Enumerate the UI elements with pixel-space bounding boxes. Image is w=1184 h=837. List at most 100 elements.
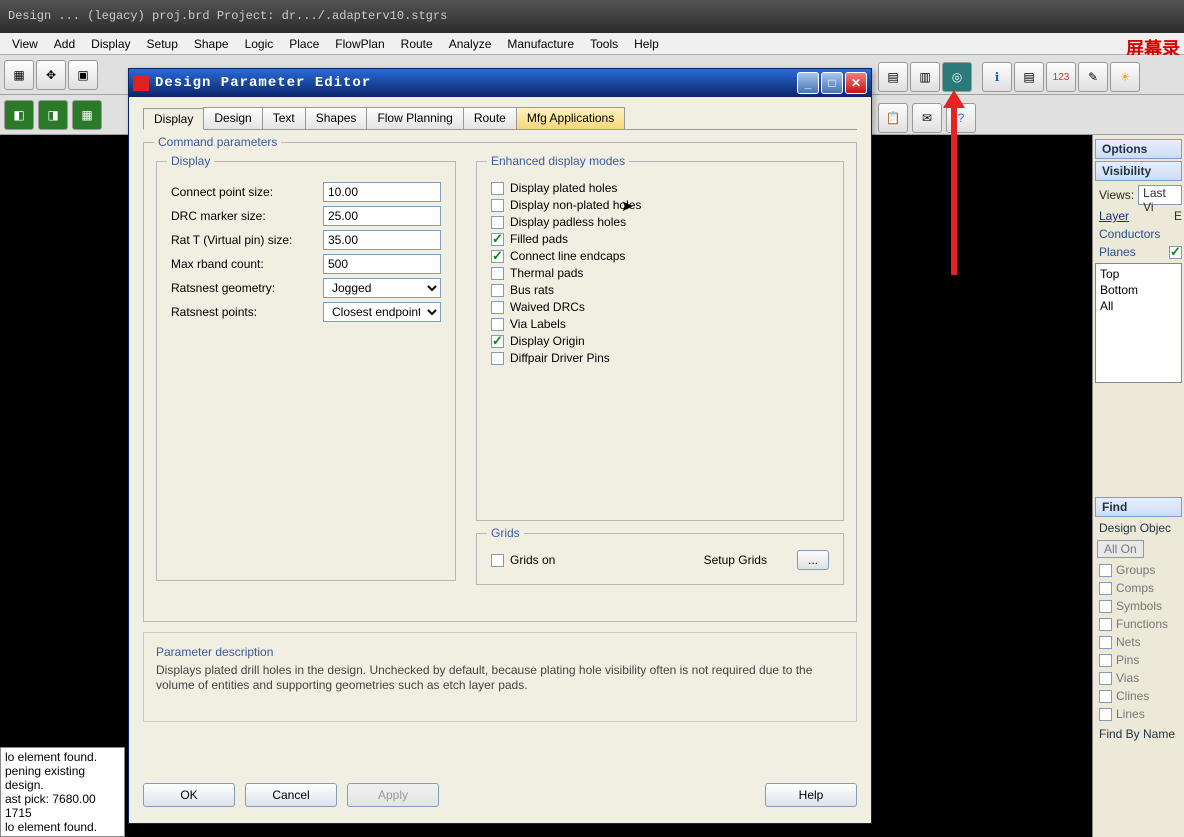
drc-marker-size-input[interactable] [323, 206, 441, 226]
toolbar2-btn-1[interactable]: ◧ [4, 100, 34, 130]
tab-mfg-applications[interactable]: Mfg Applications [516, 107, 625, 129]
annotation-arrow [951, 95, 957, 275]
ratsnest-geometry-label: Ratsnest geometry: [171, 281, 323, 295]
find-by-name-label: Find By Name [1095, 723, 1182, 745]
menu-add[interactable]: Add [46, 35, 83, 53]
menu-view[interactable]: View [4, 35, 46, 53]
tab-shapes[interactable]: Shapes [305, 107, 368, 129]
planes-checkbox[interactable] [1169, 246, 1182, 259]
grids-on-label: Grids on [510, 553, 555, 567]
options-panel-header[interactable]: Options [1095, 139, 1182, 159]
rat-t-size-input[interactable] [323, 230, 441, 250]
tab-display[interactable]: Display [143, 108, 204, 130]
menu-place[interactable]: Place [281, 35, 327, 53]
check-label-2: Display padless holes [510, 215, 626, 229]
tb-clipboard-icon[interactable]: 📋 [878, 103, 908, 133]
toolbar2-btn-3[interactable]: ▦ [72, 100, 102, 130]
find-check-3[interactable] [1099, 618, 1112, 631]
tb-mail-icon[interactable]: ✉ [912, 103, 942, 133]
menu-analyze[interactable]: Analyze [441, 35, 500, 53]
menu-help[interactable]: Help [626, 35, 667, 53]
tab-text[interactable]: Text [262, 107, 306, 129]
menu-flowplan[interactable]: FlowPlan [327, 35, 392, 53]
check-2[interactable] [491, 216, 504, 229]
layer-link[interactable]: Layer [1099, 209, 1129, 223]
check-10[interactable] [491, 352, 504, 365]
visibility-panel-header[interactable]: Visibility [1095, 161, 1182, 181]
layer-all[interactable]: All [1100, 298, 1177, 314]
ratsnest-geometry-select[interactable]: Jogged [323, 278, 441, 298]
ok-button[interactable]: OK [143, 783, 235, 807]
max-rband-input[interactable] [323, 254, 441, 274]
tab-flow-planning[interactable]: Flow Planning [366, 107, 463, 129]
tb-report-icon[interactable]: ▤ [1014, 62, 1044, 92]
find-check-2[interactable] [1099, 600, 1112, 613]
find-check-6[interactable] [1099, 672, 1112, 685]
find-check-5[interactable] [1099, 654, 1112, 667]
command-console[interactable]: lo element found. pening existing design… [0, 747, 125, 837]
tb-table-icon[interactable]: ▥ [910, 62, 940, 92]
tab-design[interactable]: Design [203, 107, 262, 129]
parameter-description-box: Parameter description Displays plated dr… [143, 632, 857, 722]
connect-point-size-input[interactable] [323, 182, 441, 202]
help-button[interactable]: Help [765, 783, 857, 807]
find-panel-header[interactable]: Find [1095, 497, 1182, 517]
apply-button[interactable]: Apply [347, 783, 439, 807]
toolbar-btn-3[interactable]: ▣ [68, 60, 98, 90]
check-1[interactable] [491, 199, 504, 212]
check-label-6: Bus rats [510, 283, 554, 297]
toolbar-btn-1[interactable]: ▦ [4, 60, 34, 90]
layer-bottom[interactable]: Bottom [1100, 282, 1177, 298]
check-9[interactable] [491, 335, 504, 348]
menu-display[interactable]: Display [83, 35, 138, 53]
cancel-button[interactable]: Cancel [245, 783, 337, 807]
menu-setup[interactable]: Setup [139, 35, 186, 53]
dialog-titlebar[interactable]: Design Parameter Editor _ □ ✕ [129, 69, 871, 97]
find-label-6: Vias [1116, 671, 1139, 685]
menu-manufacture[interactable]: Manufacture [499, 35, 582, 53]
find-check-7[interactable] [1099, 690, 1112, 703]
maximize-button[interactable]: □ [821, 72, 843, 94]
minimize-button[interactable]: _ [797, 72, 819, 94]
setup-grids-button[interactable]: ... [797, 550, 829, 570]
views-select[interactable]: Last Vi [1138, 185, 1182, 205]
menu-bar: View Add Display Setup Shape Logic Place… [0, 33, 1184, 55]
ratsnest-points-select[interactable]: Closest endpoint [323, 302, 441, 322]
check-5[interactable] [491, 267, 504, 280]
close-button[interactable]: ✕ [845, 72, 867, 94]
all-on-button[interactable]: All On [1097, 540, 1144, 558]
tb-sun-icon[interactable]: ☀ [1110, 62, 1140, 92]
find-check-8[interactable] [1099, 708, 1112, 721]
check-label-5: Thermal pads [510, 266, 583, 280]
layer-list[interactable]: Top Bottom All [1095, 263, 1182, 383]
find-check-1[interactable] [1099, 582, 1112, 595]
check-4[interactable] [491, 250, 504, 263]
grids-on-checkbox[interactable] [491, 554, 504, 567]
command-parameters-group: Command parameters Display Connect point… [143, 142, 857, 622]
tb-123-icon[interactable]: 123 [1046, 62, 1076, 92]
check-6[interactable] [491, 284, 504, 297]
menu-shape[interactable]: Shape [186, 35, 237, 53]
toolbar-btn-2[interactable]: ✥ [36, 60, 66, 90]
menu-route[interactable]: Route [393, 35, 441, 53]
tb-brush-icon[interactable]: ✎ [1078, 62, 1108, 92]
find-check-0[interactable] [1099, 564, 1112, 577]
check-7[interactable] [491, 301, 504, 314]
tb-info-icon[interactable]: ℹ [982, 62, 1012, 92]
menu-logic[interactable]: Logic [237, 35, 282, 53]
find-check-4[interactable] [1099, 636, 1112, 649]
rat-t-size-label: Rat T (Virtual pin) size: [171, 233, 323, 247]
layer-top[interactable]: Top [1100, 266, 1177, 282]
check-3[interactable] [491, 233, 504, 246]
check-8[interactable] [491, 318, 504, 331]
menu-tools[interactable]: Tools [582, 35, 626, 53]
tab-route[interactable]: Route [463, 107, 517, 129]
grids-group-title: Grids [487, 526, 524, 540]
check-label-7: Waived DRCs [510, 300, 585, 314]
drc-marker-size-label: DRC marker size: [171, 209, 323, 223]
find-label-2: Symbols [1116, 599, 1162, 613]
check-0[interactable] [491, 182, 504, 195]
toolbar2-btn-2[interactable]: ◨ [38, 100, 68, 130]
check-label-0: Display plated holes [510, 181, 617, 195]
tb-grid-icon[interactable]: ▤ [878, 62, 908, 92]
